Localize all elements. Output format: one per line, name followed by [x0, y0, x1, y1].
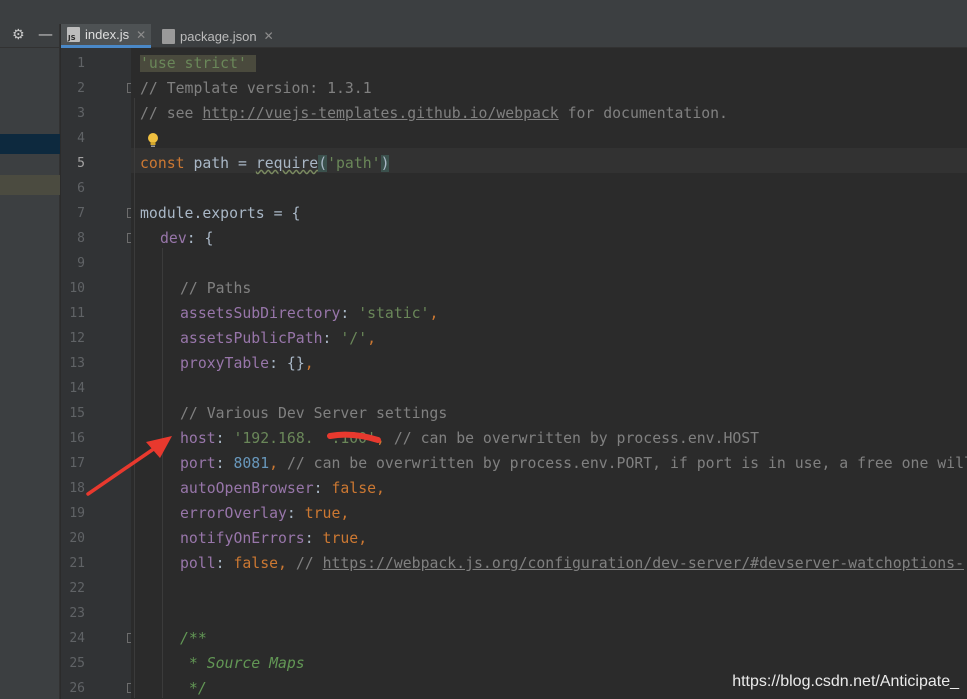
line-number: 14: [69, 381, 85, 396]
code-line-21[interactable]: poll: false, // https://webpack.js.org/c…: [180, 551, 964, 576]
code-line-13[interactable]: proxyTable: {},: [180, 351, 314, 376]
json-file-icon: [162, 28, 175, 44]
lightbulb-icon[interactable]: [147, 132, 159, 148]
line-number: 13: [69, 356, 85, 371]
tab-index-js[interactable]: index.js ✕: [61, 24, 151, 48]
line-number: 3: [77, 106, 85, 121]
project-tree-highlighted-item[interactable]: [0, 175, 60, 195]
code-line-11[interactable]: assetsSubDirectory: 'static',: [180, 301, 438, 326]
code-line-20[interactable]: notifyOnErrors: true,: [180, 526, 367, 551]
code-line-2[interactable]: // Template version: 1.3.1: [140, 76, 372, 101]
code-line-10[interactable]: // Paths: [180, 276, 251, 301]
code-line-26[interactable]: */: [180, 676, 207, 699]
line-number: 6: [77, 181, 85, 196]
line-number: 26: [69, 681, 85, 696]
code-line-12[interactable]: assetsPublicPath: '/',: [180, 326, 376, 351]
documentation-link[interactable]: http://vuejs-templates.github.io/webpack: [202, 105, 558, 122]
close-icon[interactable]: ✕: [264, 29, 274, 43]
line-number: 17: [69, 456, 85, 471]
code-line-17[interactable]: port: 8081, // can be overwritten by pro…: [180, 451, 967, 476]
code-line-8[interactable]: dev: {: [160, 226, 213, 251]
code-line-7[interactable]: module.exports = {: [140, 201, 300, 226]
code-line-18[interactable]: autoOpenBrowser: false,: [180, 476, 385, 501]
indent-guide: [162, 248, 163, 698]
line-number: 12: [69, 331, 85, 346]
line-number: 7: [77, 206, 85, 221]
line-number: 5: [77, 156, 85, 171]
line-number-gutter[interactable]: 1 2 3 4 5 6 7 8 9 10 11 12 13 14 15 16 17 18 19 20 21 22 23 24 2…: [61, 48, 137, 699]
code-line-25[interactable]: * Source Maps: [180, 651, 305, 676]
line-number: 8: [77, 231, 85, 246]
code-line-1[interactable]: 'use strict': [140, 51, 256, 76]
webpack-docs-link[interactable]: https://webpack.js.org/configuration/dev…: [323, 555, 964, 572]
line-number: 24: [69, 631, 85, 646]
indent-guide: [134, 98, 135, 698]
close-icon[interactable]: ✕: [136, 28, 146, 42]
line-number: 11: [69, 306, 85, 321]
code-line-5[interactable]: const path = require('path'): [140, 151, 390, 176]
line-number: 25: [69, 656, 85, 671]
line-number: 21: [69, 556, 85, 571]
code-line-16[interactable]: host: '192.168. .100', // can be overwri…: [180, 426, 759, 451]
minus-icon[interactable]: —: [38, 25, 53, 43]
project-panel[interactable]: ⚙ —: [0, 24, 60, 699]
code-line-15[interactable]: // Various Dev Server settings: [180, 401, 447, 426]
line-number: 20: [69, 531, 85, 546]
line-number: 23: [69, 606, 85, 621]
line-number: 1: [77, 56, 85, 71]
line-number: 22: [69, 581, 85, 596]
line-number: 16: [69, 431, 85, 446]
tab-label: index.js: [85, 27, 130, 42]
code-editor[interactable]: 'use strict' // Template version: 1.3.1 …: [131, 48, 967, 699]
gear-icon[interactable]: ⚙: [12, 27, 25, 43]
line-number: 18: [69, 481, 85, 496]
line-number: 10: [69, 281, 85, 296]
line-number: 4: [77, 131, 85, 146]
line-number: 2: [77, 81, 85, 96]
line-number: 9: [77, 256, 85, 271]
editor-tab-bar: index.js ✕ package.json ✕: [61, 24, 967, 48]
line-number: 19: [69, 506, 85, 521]
watermark: https://blog.csdn.net/Anticipate_: [732, 673, 959, 690]
code-line-19[interactable]: errorOverlay: true,: [180, 501, 349, 526]
project-panel-toolbar: ⚙ —: [0, 24, 60, 48]
title-bar: [0, 0, 967, 24]
tab-package-json[interactable]: package.json ✕: [156, 24, 280, 48]
project-tree-selected-item[interactable]: [0, 134, 60, 154]
line-number: 15: [69, 406, 85, 421]
js-file-icon: [67, 27, 80, 42]
code-line-24[interactable]: /**: [180, 626, 207, 651]
code-line-3[interactable]: // see http://vuejs-templates.github.io/…: [140, 101, 728, 126]
tab-label: package.json: [180, 28, 257, 44]
